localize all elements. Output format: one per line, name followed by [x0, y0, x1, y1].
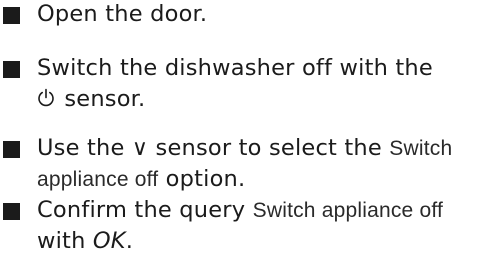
bullet-square — [3, 141, 20, 158]
bullet-square — [3, 7, 20, 24]
step-text: Switch the dishwasher off with the senso… — [37, 53, 482, 115]
power-icon — [38, 88, 54, 107]
chevron-down-icon: ∨ — [131, 136, 149, 161]
step-4-text-a: Confirm the query — [37, 197, 253, 223]
step-text: Confirm the query Switch appliance off w… — [37, 195, 482, 257]
step-3-text-a: Use the — [37, 135, 132, 161]
step-2-line-1: Switch the dishwasher off with the — [37, 55, 433, 81]
step-text: Open the door. — [37, 0, 482, 30]
step-3-text-b: sensor to select the — [148, 135, 390, 161]
step-1-text: Open the door. — [37, 1, 208, 27]
step-4-text-c: . — [125, 228, 134, 254]
step-text: Use the ∨ sensor to select the Switch ap… — [37, 133, 482, 195]
bullet-square — [3, 61, 20, 78]
step-2-line-2: sensor. — [57, 86, 146, 112]
step-4-text-b: with — [37, 228, 93, 254]
ui-term-switch: Switch — [389, 137, 453, 160]
step-3-text-c: option. — [158, 166, 246, 192]
ui-term-appliance-off: appliance off — [37, 168, 159, 191]
ui-term-switch-appliance-off: Switch appliance off — [252, 199, 444, 222]
ui-term-ok: OK — [92, 228, 126, 254]
bullet-square — [3, 203, 20, 220]
